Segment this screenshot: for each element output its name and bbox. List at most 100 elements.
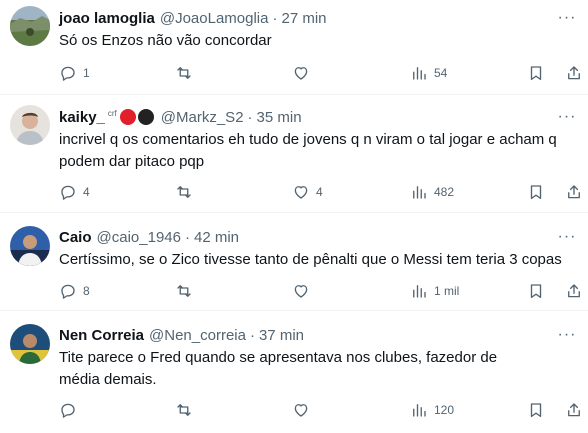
retweet-button[interactable] <box>175 182 199 202</box>
more-options-icon[interactable]: ··· <box>556 227 578 247</box>
views-icon <box>413 285 426 298</box>
avatar-image <box>10 6 50 46</box>
separator-dot: · <box>184 228 190 246</box>
tweet-text: Só os Enzos não vão concordar <box>59 32 272 49</box>
more-options-icon[interactable]: ··· <box>556 8 578 28</box>
bookmark-icon <box>530 403 542 418</box>
reply-button[interactable] <box>59 400 83 420</box>
bookmark-button[interactable] <box>527 281 545 301</box>
share-icon <box>568 66 580 80</box>
avatar-image <box>10 105 50 145</box>
retweet-button[interactable] <box>175 63 199 83</box>
avatar[interactable] <box>10 226 50 266</box>
author-name[interactable]: Nen Correia <box>59 327 144 344</box>
reply-icon <box>61 185 75 200</box>
more-options-icon[interactable]: ··· <box>556 325 578 345</box>
bookmark-button[interactable] <box>527 63 545 83</box>
reply-button[interactable]: 1 <box>59 63 90 83</box>
author-handle[interactable]: @caio_1946 <box>97 229 181 246</box>
retweet-button[interactable] <box>175 400 199 420</box>
like-button[interactable] <box>292 400 316 420</box>
views-count: 482 <box>434 185 455 199</box>
timestamp[interactable]: 27 min <box>282 10 327 27</box>
more-options-icon[interactable]: ··· <box>556 107 578 127</box>
reply-icon <box>61 284 75 299</box>
share-icon <box>568 403 580 417</box>
like-button[interactable] <box>292 63 316 83</box>
avatar-image <box>10 226 50 266</box>
badge-label: crf <box>107 108 117 118</box>
tweet-header: Caio @caio_1946 · 42 min <box>59 227 239 247</box>
red-circle-icon <box>119 109 136 125</box>
tweet-header: joao lamoglia @JoaoLamoglia · 27 min <box>59 8 327 28</box>
reply-button[interactable]: 4 <box>59 182 90 202</box>
like-button[interactable]: 4 <box>292 182 323 202</box>
reply-count: 8 <box>83 284 90 298</box>
author-handle[interactable]: @Markz_S2 <box>161 109 244 126</box>
avatar[interactable] <box>10 324 50 364</box>
bookmark-button[interactable] <box>527 400 545 420</box>
bookmark-button[interactable] <box>527 182 545 202</box>
tweet[interactable]: kaiky_ crf @Markz_S2 · 35 min ··· incriv… <box>0 95 588 213</box>
share-button[interactable] <box>565 63 583 83</box>
bookmark-icon <box>530 66 542 81</box>
timestamp[interactable]: 37 min <box>259 327 304 344</box>
views-icon <box>413 67 426 80</box>
share-button[interactable] <box>565 400 583 420</box>
tweet-actions: 8 1 mil <box>59 281 584 301</box>
author-name[interactable]: Caio <box>59 229 92 246</box>
retweet-icon <box>177 186 191 198</box>
timestamp[interactable]: 35 min <box>257 109 302 126</box>
views-button[interactable]: 54 <box>410 63 447 83</box>
views-count: 1 mil <box>434 284 460 298</box>
tweet[interactable]: Caio @caio_1946 · 42 min ··· Certíssimo,… <box>0 213 588 311</box>
reply-button[interactable]: 8 <box>59 281 90 301</box>
tweet-text: Certíssimo, se o Zico tivesse tanto de p… <box>59 251 562 268</box>
tweet-actions: 120 <box>59 400 584 420</box>
tweet-text: incrivel q os comentarios eh tudo de jov… <box>59 131 557 170</box>
author-handle[interactable]: @Nen_correia <box>149 327 246 344</box>
tweet[interactable]: joao lamoglia @JoaoLamoglia · 27 min ···… <box>0 0 588 95</box>
tweet-header: Nen Correia @Nen_correia · 37 min <box>59 325 304 345</box>
tweet-actions: 1 54 <box>59 63 584 83</box>
separator-dot: · <box>249 326 255 344</box>
bookmark-icon <box>530 185 542 200</box>
share-button[interactable] <box>565 281 583 301</box>
views-icon <box>413 186 426 199</box>
profile-badges: crf <box>108 109 156 125</box>
retweet-icon <box>177 285 191 297</box>
views-button[interactable]: 120 <box>410 400 454 420</box>
like-button[interactable] <box>292 281 316 301</box>
tweet-text: Tite parece o Fred quando se apresentava… <box>59 349 498 388</box>
share-icon <box>568 185 580 199</box>
heart-icon <box>294 67 308 80</box>
reply-count: 1 <box>83 66 90 80</box>
separator-dot: · <box>272 9 278 27</box>
avatar-image <box>10 324 50 364</box>
tweet-header: kaiky_ crf @Markz_S2 · 35 min <box>59 107 302 127</box>
avatar[interactable] <box>10 6 50 46</box>
views-button[interactable]: 482 <box>410 182 454 202</box>
heart-icon <box>294 285 308 298</box>
black-circle-icon <box>137 109 154 125</box>
retweet-button[interactable] <box>175 281 199 301</box>
author-name[interactable]: kaiky_ <box>59 109 105 126</box>
author-name[interactable]: joao lamoglia <box>59 10 155 27</box>
separator-dot: · <box>247 108 253 126</box>
tweet[interactable]: Nen Correia @Nen_correia · 37 min ··· Ti… <box>0 311 588 433</box>
retweet-icon <box>177 404 191 416</box>
views-count: 54 <box>434 66 448 80</box>
reply-count: 4 <box>83 185 90 199</box>
avatar[interactable] <box>10 105 50 145</box>
author-handle[interactable]: @JoaoLamoglia <box>160 10 269 27</box>
views-count: 120 <box>434 403 455 417</box>
bookmark-icon <box>530 284 542 299</box>
views-icon <box>413 404 426 417</box>
views-button[interactable]: 1 mil <box>410 281 459 301</box>
share-icon <box>568 284 580 298</box>
heart-icon <box>294 186 308 199</box>
retweet-icon <box>177 67 191 79</box>
reply-icon <box>61 403 75 418</box>
timestamp[interactable]: 42 min <box>194 229 239 246</box>
share-button[interactable] <box>565 182 583 202</box>
